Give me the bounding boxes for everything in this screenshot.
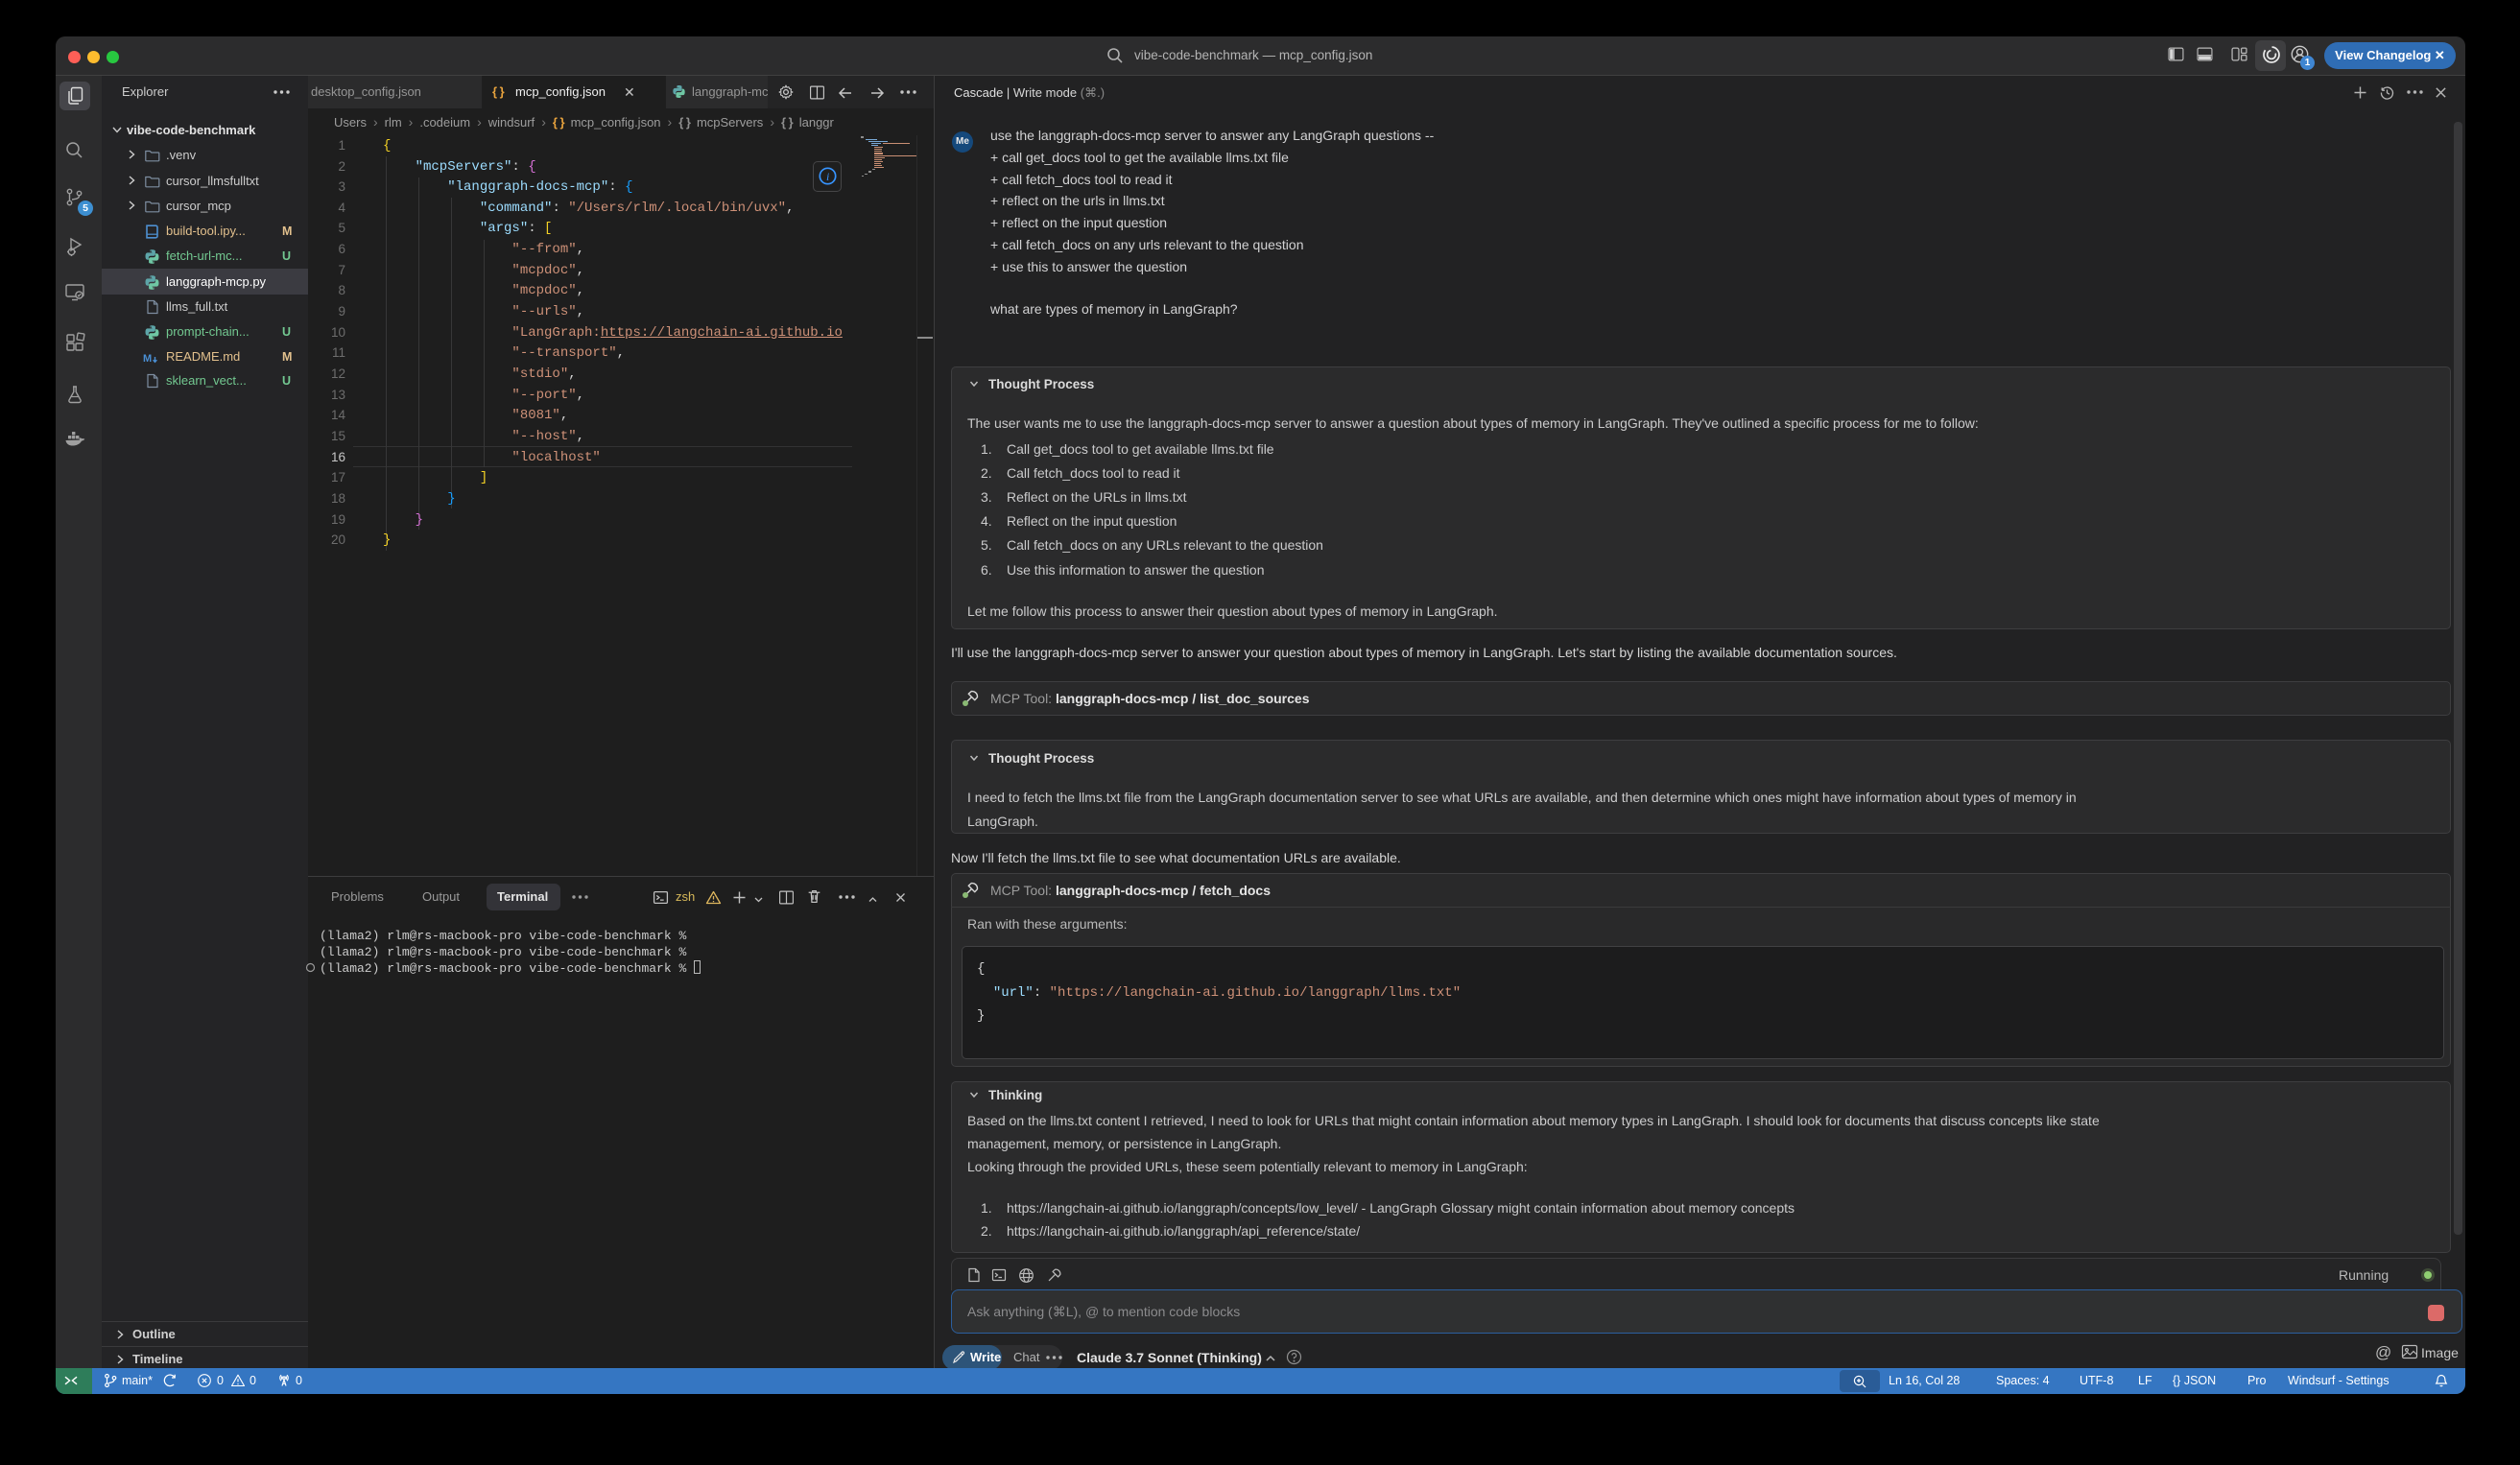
svg-text:i: i xyxy=(826,170,829,183)
svg-text:M: M xyxy=(143,353,152,365)
